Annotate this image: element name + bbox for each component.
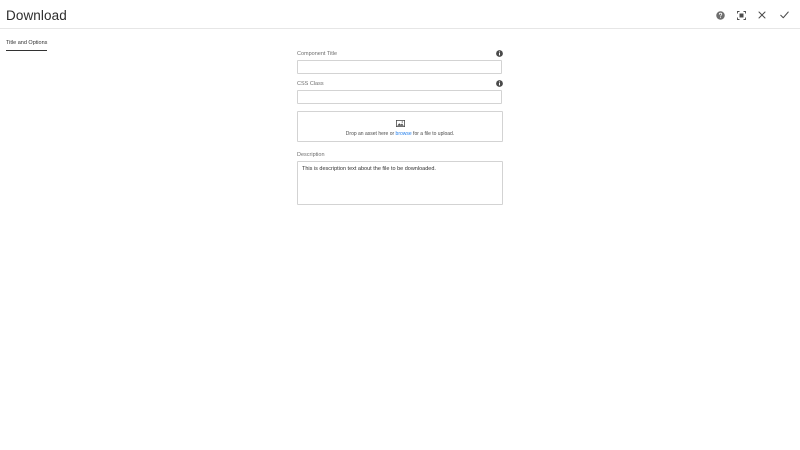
fullscreen-icon <box>736 10 746 20</box>
info-icon[interactable] <box>496 50 503 57</box>
close-button[interactable] <box>755 8 769 22</box>
drop-instructions: Drop an asset here or browse for a file … <box>298 131 502 137</box>
drop-text-after: for a file to upload. <box>411 131 455 137</box>
tab-list: Title and Options <box>6 31 48 51</box>
done-button[interactable] <box>777 8 791 22</box>
dialog-title: Download <box>6 8 67 23</box>
browse-link[interactable]: browse <box>396 131 412 137</box>
drop-text-before: Drop an asset here or <box>345 131 396 137</box>
close-icon <box>758 11 766 19</box>
tab-title-and-options[interactable]: Title and Options <box>6 40 48 51</box>
fullscreen-button[interactable] <box>734 8 748 22</box>
css-class-label: CSS Class <box>297 81 324 87</box>
download-dialog: Download Title and Options Component Tit… <box>0 0 800 450</box>
info-icon[interactable] <box>496 80 503 87</box>
css-class-input[interactable] <box>297 90 502 104</box>
help-button[interactable] <box>713 8 727 22</box>
help-icon <box>715 10 725 20</box>
component-title-input[interactable] <box>297 60 502 74</box>
image-icon <box>396 120 405 127</box>
description-label: Description <box>297 152 325 158</box>
dialog-header: Download <box>0 0 800 29</box>
description-textarea[interactable]: This is description text about the file … <box>297 161 503 205</box>
asset-drop-zone[interactable]: Drop an asset here or browse for a file … <box>297 111 503 142</box>
checkmark-icon <box>779 11 789 19</box>
component-title-label: Component Title <box>297 51 338 57</box>
